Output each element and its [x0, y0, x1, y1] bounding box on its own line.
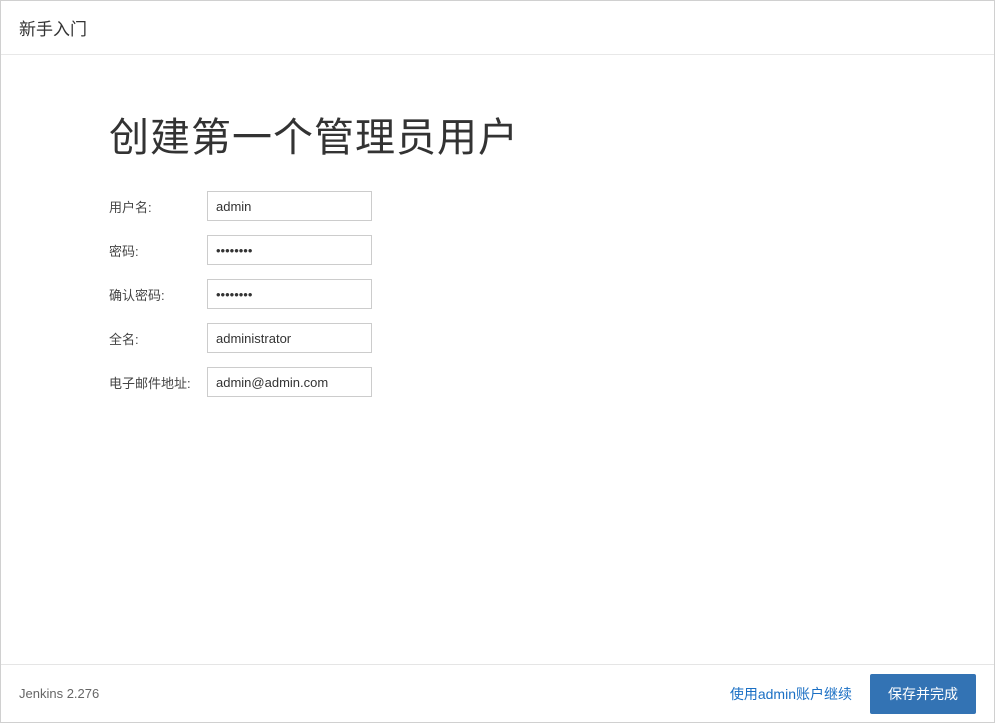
confirm-password-row: 确认密码: [109, 279, 994, 309]
username-label: 用户名: [109, 197, 207, 216]
password-input[interactable] [207, 235, 372, 265]
confirm-password-input[interactable] [207, 279, 372, 309]
password-label: 密码: [109, 241, 207, 260]
wizard-footer: Jenkins 2.276 使用admin账户继续 保存并完成 [1, 664, 994, 722]
save-and-finish-button[interactable]: 保存并完成 [870, 674, 976, 714]
fullname-input[interactable] [207, 323, 372, 353]
username-input[interactable] [207, 191, 372, 221]
page-title: 创建第一个管理员用户 [109, 105, 994, 163]
version-label: Jenkins 2.276 [19, 686, 99, 701]
email-input[interactable] [207, 367, 372, 397]
email-row: 电子邮件地址: [109, 367, 994, 397]
email-label: 电子邮件地址: [109, 373, 207, 392]
username-row: 用户名: [109, 191, 994, 221]
main-content: 创建第一个管理员用户 用户名: 密码: 确认密码: 全名: 电子邮件地址: [1, 55, 994, 397]
fullname-row: 全名: [109, 323, 994, 353]
footer-actions: 使用admin账户继续 保存并完成 [730, 674, 976, 714]
header-title: 新手入门 [19, 20, 87, 39]
fullname-label: 全名: [109, 329, 207, 348]
wizard-header: 新手入门 [1, 1, 994, 55]
confirm-password-label: 确认密码: [109, 285, 207, 304]
password-row: 密码: [109, 235, 994, 265]
continue-as-admin-button[interactable]: 使用admin账户继续 [730, 684, 852, 704]
